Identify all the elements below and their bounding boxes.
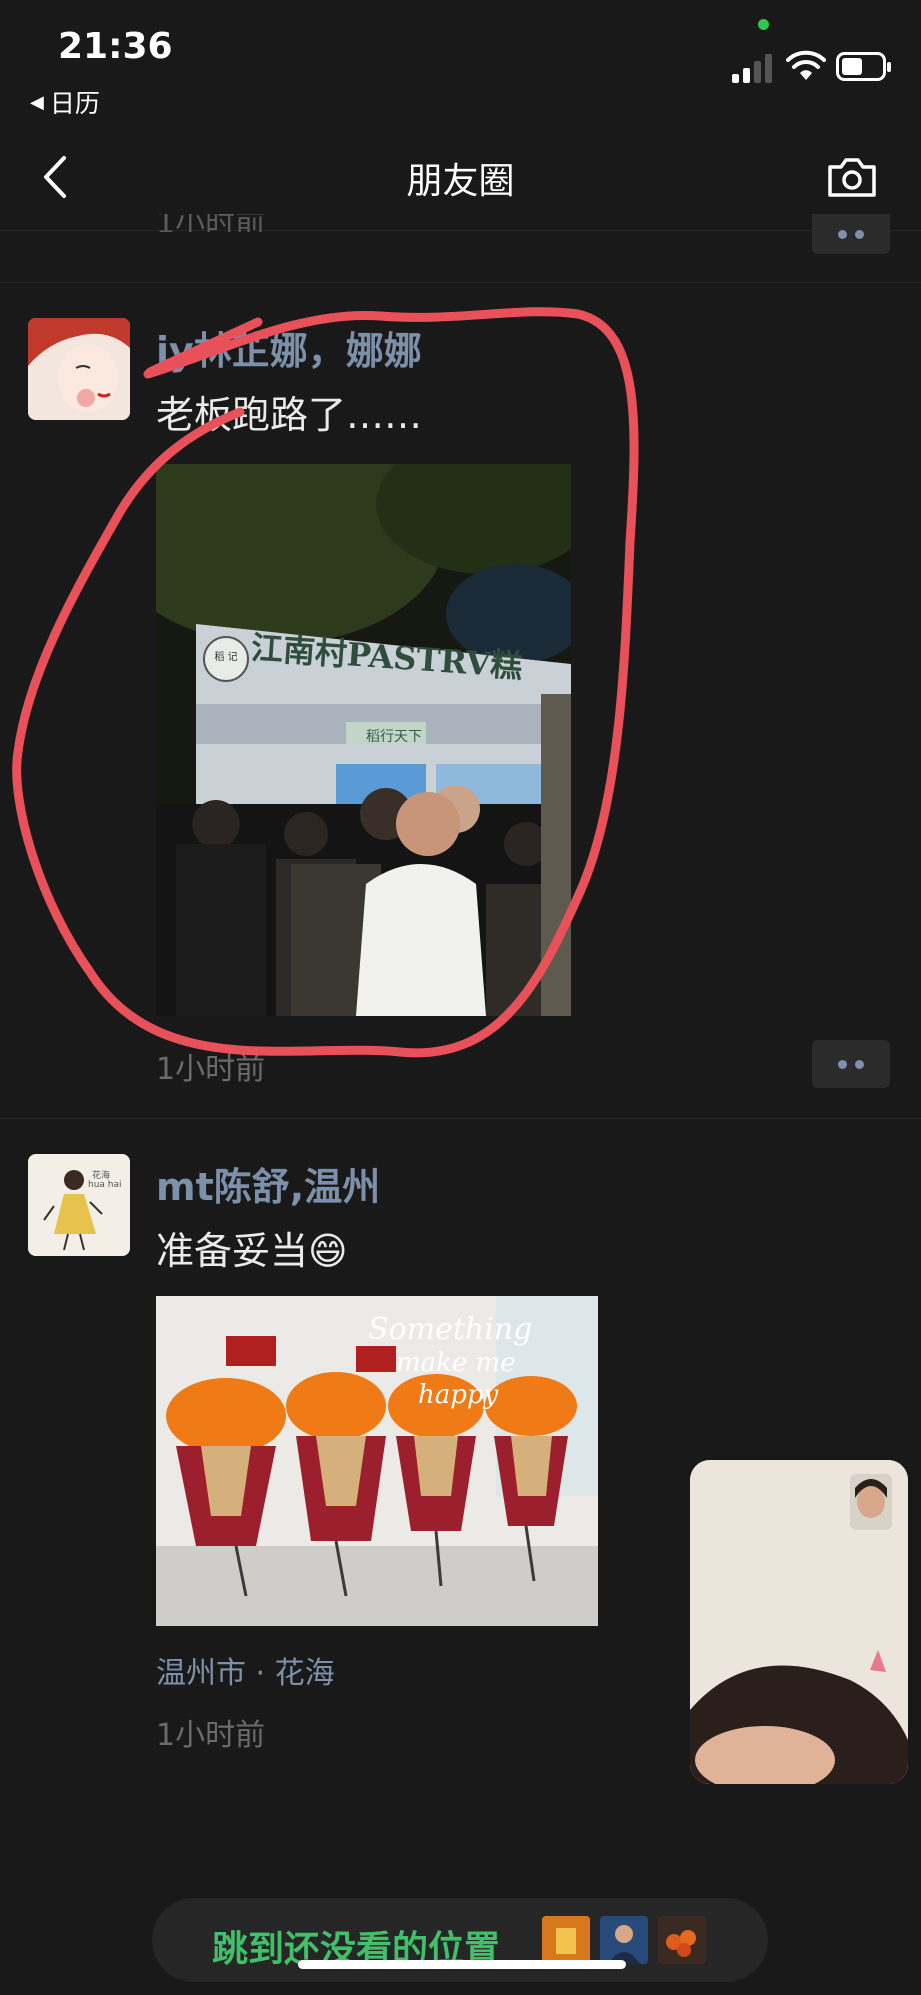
battery-icon: [836, 52, 891, 81]
avatar-image: [28, 1154, 130, 1256]
photo-overlay-text: happy: [418, 1380, 499, 1410]
back-app-label: 日历: [49, 89, 100, 118]
post-time: 1小时前: [156, 1718, 266, 1753]
prev-post-more-button[interactable]: [812, 214, 890, 254]
post-username[interactable]: mt陈舒,温州: [156, 1156, 380, 1211]
floating-video-call[interactable]: [690, 1460, 908, 1784]
post-photo[interactable]: Something make me happy: [156, 1296, 598, 1626]
unread-thumb: [542, 1916, 590, 1964]
home-indicator[interactable]: [298, 1960, 626, 1969]
photo-overlay-text: Something: [368, 1312, 533, 1347]
grin-emoji-icon: 😄: [308, 1229, 348, 1273]
unread-thumb-image: [658, 1916, 706, 1964]
unread-thumb: [600, 1916, 648, 1964]
post-text: 准备妥当: [156, 1229, 309, 1273]
page-title: 朋友圈: [406, 161, 515, 202]
nav-divider: [0, 230, 921, 231]
post-location[interactable]: 温州市 · 花海: [156, 1648, 335, 1692]
signal-icon: [732, 54, 772, 83]
camera-icon[interactable]: [826, 155, 878, 199]
back-to-app-link[interactable]: ◀ 日历: [30, 84, 100, 120]
annotation-circle: [12, 307, 639, 1058]
privacy-indicator-dot: [758, 19, 769, 30]
dot-icon: [855, 229, 864, 239]
self-preview-image: [850, 1474, 892, 1530]
post-text-row: 准备妥当😄: [156, 1220, 348, 1275]
self-preview[interactable]: [850, 1474, 892, 1530]
unread-thumb-image: [542, 1916, 590, 1964]
photo-overlay-text: make me: [396, 1348, 516, 1378]
avatar[interactable]: 花海 hua hai: [28, 1154, 130, 1256]
status-time: 21:36: [58, 26, 173, 67]
prev-post-time: 1小时前: [156, 214, 266, 232]
unread-thumb: [658, 1916, 706, 1964]
unread-thumb-image: [600, 1916, 648, 1964]
dot-icon: [838, 229, 847, 239]
back-triangle-icon: ◀: [30, 91, 44, 113]
avatar-caption-latin: hua hai: [88, 1180, 122, 1190]
wifi-icon: [786, 50, 826, 80]
moment-post: jy林芷娜，娜娜 老板跑路了…… 江南村PASTRV糕 稻行天下 稻 记 1小时…: [0, 282, 921, 1118]
